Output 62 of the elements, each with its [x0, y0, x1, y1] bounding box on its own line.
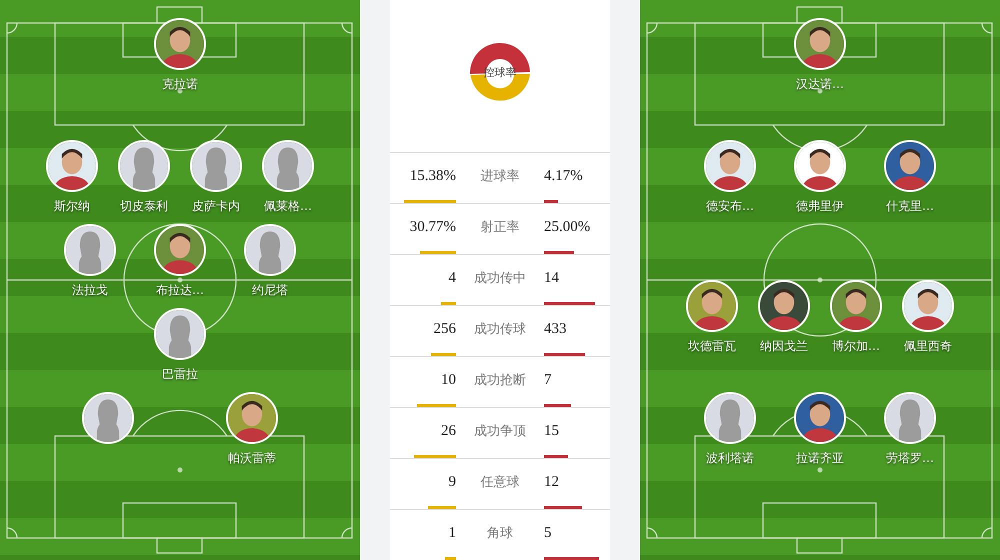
player-name: 佩里西奇: [904, 339, 952, 353]
away-value: 15: [544, 422, 560, 442]
possession-label: 控球率: [484, 66, 516, 79]
stat-label: 成功争顶: [473, 422, 527, 441]
away-value: 5: [544, 524, 552, 544]
away-bar: [544, 455, 568, 458]
player-name: 巴雷拉: [162, 367, 198, 381]
home-value: 1: [448, 524, 456, 544]
player-name: 斯尔纳: [54, 199, 90, 213]
player-name: 皮萨卡内: [192, 199, 240, 213]
player-name: 德安布…: [706, 199, 754, 213]
stat-label: 成功传球: [473, 320, 527, 339]
stat-label: 射正率: [480, 218, 520, 237]
player-name: 德弗里伊: [796, 199, 844, 213]
away-bar: [544, 200, 558, 203]
home-bar: [428, 506, 456, 509]
away-bar: [544, 353, 585, 356]
home-bar: [441, 302, 456, 305]
home-value: 4: [448, 269, 456, 288]
away-value: 4.17%: [544, 167, 584, 186]
player-name: 切皮泰利: [120, 199, 168, 213]
player-name: 劳塔罗…: [886, 451, 934, 465]
player-name: 坎德雷瓦: [688, 339, 736, 353]
away-bar: [544, 404, 571, 407]
away-bar: [544, 557, 599, 560]
away-value: 433: [544, 320, 568, 340]
player-name: 法拉戈: [72, 283, 108, 297]
player-name: 汉达诺…: [796, 77, 844, 91]
away-value: 12: [544, 473, 560, 492]
stat-label: 成功传中: [473, 270, 527, 288]
player-name: 佩莱格…: [264, 199, 312, 213]
home-bar: [404, 200, 456, 203]
player-name: 布拉达…: [156, 283, 204, 297]
home-value: 10: [440, 371, 456, 390]
home-value: 26: [440, 422, 456, 442]
stat-label: 角球: [486, 524, 514, 543]
home-value: 9: [448, 473, 456, 492]
away-value: 7: [544, 371, 552, 390]
player-name: 纳因戈兰: [760, 339, 808, 353]
stat-label: 进球率: [480, 168, 520, 186]
home-value: 30.77%: [408, 218, 456, 238]
player-name: 约尼塔: [252, 283, 288, 297]
away-value: 14: [544, 269, 560, 288]
away-value: 25.00%: [544, 218, 592, 238]
player-name: 什克里…: [886, 199, 934, 213]
player-name: 拉诺齐亚: [796, 451, 844, 465]
away-bar: [544, 302, 595, 305]
home-value: 15.38%: [408, 167, 456, 186]
stat-label: 任意球: [480, 474, 520, 492]
away-bar: [544, 251, 574, 254]
away-bar: [544, 506, 582, 509]
player-name: 博尔加…: [832, 339, 880, 353]
home-bar: [431, 353, 456, 356]
home-bar: [445, 557, 456, 560]
stat-label: 成功抢断: [473, 372, 527, 390]
home-bar: [417, 404, 456, 407]
home-bar: [414, 455, 456, 458]
home-bar: [420, 251, 456, 254]
home-value: 256: [432, 320, 456, 340]
player-name: 波利塔诺: [706, 451, 754, 465]
player-name: 帕沃雷蒂: [228, 451, 276, 465]
player-name: 克拉诺: [162, 77, 198, 91]
